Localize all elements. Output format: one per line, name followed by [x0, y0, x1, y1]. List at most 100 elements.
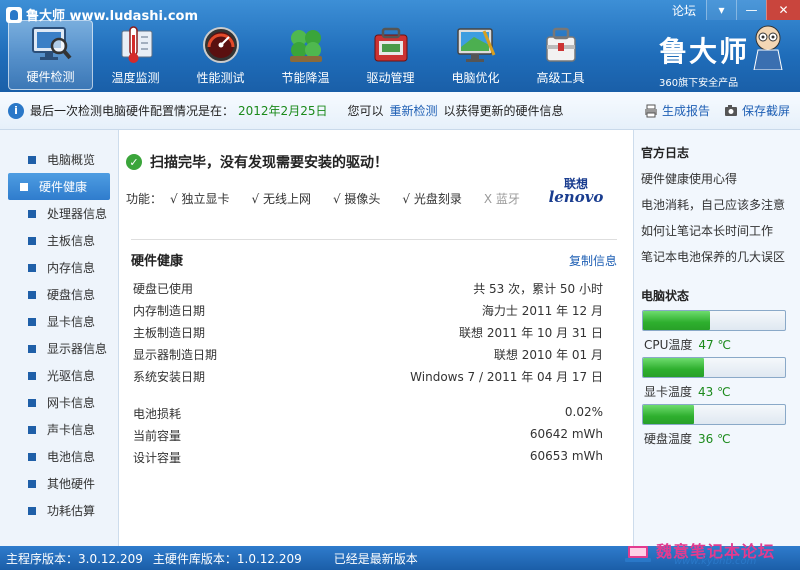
row-label: 设计容量 — [133, 451, 182, 465]
thermometer-icon — [114, 25, 158, 65]
feature-item: √ 独立显卡 — [170, 192, 230, 206]
square-bullet-icon — [28, 398, 36, 407]
info-row: 系统安装日期 Windows 7 / 2011 年 04 月 17 日 — [133, 368, 603, 385]
feature-item-disabled: X 蓝牙 — [483, 192, 520, 206]
square-bullet-icon — [28, 425, 36, 434]
row-label: 硬盘已使用 — [133, 282, 194, 296]
sidebar-item-other[interactable]: 其他硬件 — [8, 470, 110, 497]
check-circle-icon: ✓ — [126, 154, 142, 170]
generate-report-label: 生成报告 — [661, 104, 710, 118]
square-bullet-icon — [28, 209, 36, 218]
info-icon: i — [8, 102, 24, 119]
square-bullet-icon — [28, 506, 36, 515]
sidebar-item-label: 显示器信息 — [47, 342, 108, 356]
sidebar-item-network[interactable]: 网卡信息 — [8, 389, 110, 416]
tool-driver-manage[interactable]: 驱动管理 — [348, 20, 433, 90]
info-suffix-text: 以获得更新的硬件信息 — [443, 104, 564, 118]
feature-item: √ 无线上网 — [251, 192, 311, 206]
row-value: 联想 2011 年 10 月 31 日 — [459, 326, 603, 340]
temp-bar-fill — [643, 311, 710, 330]
sidebar-item-power[interactable]: 功耗估算 — [8, 497, 110, 524]
features-list: 功能： √ 独立显卡 √ 无线上网 √ 摄像头 √ 光盘刻录 X 蓝牙 — [126, 190, 520, 207]
tool-temperature[interactable]: 温度监测 — [93, 20, 178, 90]
sidebar-item-label: 光驱信息 — [47, 369, 96, 383]
watermark-url: www.kybnb.com — [674, 556, 757, 567]
battery-row: 电池损耗 0.02% — [133, 405, 603, 422]
tool-performance[interactable]: 性能测试 — [178, 20, 263, 90]
tool-energy-saving[interactable]: 节能降温 — [263, 20, 348, 90]
tool-label: 驱动管理 — [366, 71, 415, 85]
camera-icon — [724, 104, 737, 116]
log-link[interactable]: 硬件健康使用心得 — [641, 170, 737, 187]
cpu-temp-bar — [642, 310, 786, 331]
scan-result: ✓ 扫描完毕，没有发现需要安装的驱动！ — [126, 152, 388, 172]
tool-pc-optimize[interactable]: 电脑优化 — [433, 20, 518, 90]
temp-label: CPU温度 — [644, 338, 693, 352]
minimize-button[interactable]: — — [736, 0, 766, 20]
copy-info-link[interactable]: 复制信息 — [569, 252, 617, 269]
info-row: 主板制造日期 联想 2011 年 10 月 31 日 — [133, 324, 603, 341]
watermark: 魏意笔记本论坛 www.kybnb.com — [618, 538, 798, 570]
sidebar-item-disk[interactable]: 硬盘信息 — [8, 281, 110, 308]
info-row: 显示器制造日期 联想 2010 年 01 月 — [133, 346, 603, 363]
info-row: 硬盘已使用 共 53 次，累计 50 小时 — [133, 280, 603, 297]
square-bullet-icon — [20, 182, 28, 191]
sidebar-item-battery[interactable]: 电池信息 — [8, 443, 110, 470]
tool-advanced[interactable]: 高级工具 — [518, 20, 603, 90]
forum-link[interactable]: 论坛 — [672, 2, 696, 19]
sidebar-item-monitor[interactable]: 显示器信息 — [8, 335, 110, 362]
sidebar-item-motherboard[interactable]: 主板信息 — [8, 227, 110, 254]
temp-bar-fill — [643, 358, 705, 377]
square-bullet-icon — [28, 155, 36, 164]
row-label: 电池损耗 — [133, 407, 182, 421]
sidebar-item-label: 硬件健康 — [39, 180, 88, 194]
square-bullet-icon — [28, 290, 36, 299]
sidebar-item-gpu[interactable]: 显卡信息 — [8, 308, 110, 335]
section-title: 硬件健康 — [131, 254, 184, 269]
sidebar-item-optical[interactable]: 光驱信息 — [8, 362, 110, 389]
main-version: 主程序版本：3.0.12.209 — [6, 551, 143, 566]
tool-label: 电脑优化 — [451, 71, 500, 85]
row-label: 系统安装日期 — [133, 370, 206, 384]
sidebar-item-overview[interactable]: 电脑概览 — [8, 146, 110, 173]
update-status: 已经是最新版本 — [333, 551, 418, 566]
tool-label: 高级工具 — [536, 71, 585, 85]
temp-value: 47 ℃ — [698, 338, 731, 352]
sidebar-item-label: 主板信息 — [47, 234, 96, 248]
printer-icon — [644, 104, 657, 117]
square-bullet-icon — [28, 479, 36, 488]
mascot-icon — [753, 25, 783, 70]
last-check-prefix: 最后一次检测电脑硬件配置情况是在： — [30, 104, 235, 118]
row-label: 当前容量 — [133, 429, 182, 443]
tool-hardware-detect[interactable]: 硬件检测 — [8, 20, 93, 90]
save-screenshot-button[interactable]: 保存截屏 — [724, 102, 790, 119]
square-bullet-icon — [28, 317, 36, 326]
log-link[interactable]: 电池消耗，自己应该多注意 — [641, 196, 785, 213]
sidebar-item-label: 处理器信息 — [47, 207, 108, 221]
feature-item: √ 光盘刻录 — [402, 192, 462, 206]
sidebar-item-label: 功耗估算 — [47, 504, 96, 518]
sidebar-item-sound[interactable]: 声卡信息 — [8, 416, 110, 443]
cpu-temp: CPU温度 47 ℃ — [644, 336, 731, 353]
features-label: 功能： — [126, 192, 163, 206]
db-version: 主硬件库版本：1.0.12.209 — [152, 551, 302, 566]
sidebar-item-hardware-health[interactable]: 硬件健康 — [8, 173, 110, 200]
log-link[interactable]: 如何让笔记本长时间工作 — [641, 222, 773, 239]
sidebar-item-memory[interactable]: 内存信息 — [8, 254, 110, 281]
menu-button[interactable]: ▾ — [706, 0, 736, 20]
temp-bar-fill — [643, 405, 695, 424]
brand-name: 鲁大师 — [659, 35, 750, 68]
toolkit-icon — [539, 25, 583, 65]
clover-leaf-icon — [284, 25, 328, 65]
close-button[interactable]: ✕ — [766, 0, 800, 20]
speedometer-icon — [199, 25, 243, 65]
sidebar-item-label: 显卡信息 — [47, 315, 96, 329]
lenovo-logo-en: lenovo — [548, 188, 604, 206]
log-link[interactable]: 笔记本电池保养的几大误区 — [641, 248, 785, 265]
generate-report-button[interactable]: 生成报告 — [644, 102, 710, 119]
monitor-magnifier-icon — [29, 24, 73, 64]
recheck-link[interactable]: 重新检测 — [389, 102, 437, 119]
brand-subtitle: 360旗下安全产品 — [659, 78, 739, 89]
sidebar-item-cpu[interactable]: 处理器信息 — [8, 200, 110, 227]
row-label: 主板制造日期 — [133, 326, 206, 340]
